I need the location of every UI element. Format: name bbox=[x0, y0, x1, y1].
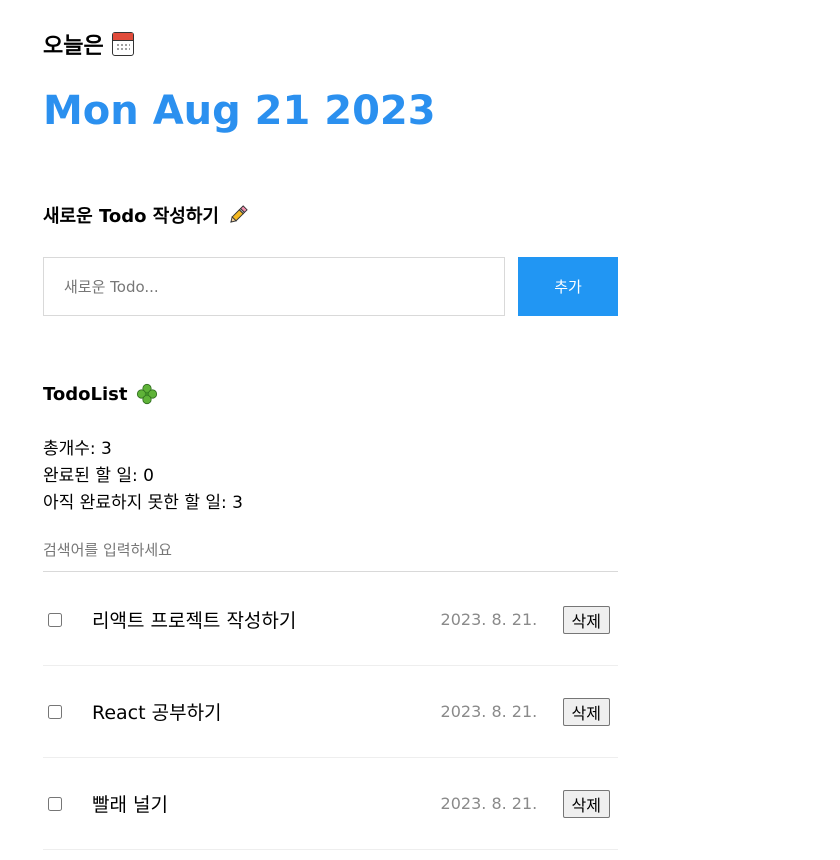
header-title-text: 오늘은 bbox=[43, 34, 104, 59]
today-date: Mon Aug 21 2023 bbox=[43, 88, 436, 134]
done-count: 완료된 할 일: 0 bbox=[43, 466, 154, 486]
todo-content: React 공부하기 bbox=[92, 702, 222, 724]
calendar-icon bbox=[111, 32, 134, 56]
todo-content: 빨래 널기 bbox=[92, 794, 168, 816]
total-count: 총개수: 3 bbox=[43, 439, 112, 459]
todo-item: React 공부하기 2023. 8. 21. 삭제 bbox=[43, 666, 618, 758]
editor-title-text: 새로운 Todo 작성하기 bbox=[43, 206, 219, 227]
todo-stats: 총개수: 3 완료된 할 일: 0 아직 완료하지 못한 할 일: 3 bbox=[43, 436, 243, 517]
todo-checkbox[interactable] bbox=[48, 612, 62, 627]
header-title: 오늘은 bbox=[43, 28, 134, 60]
editor-row: 추가 bbox=[43, 257, 618, 316]
todo-checkbox[interactable] bbox=[48, 704, 62, 719]
not-done-count: 아직 완료하지 못한 할 일: 3 bbox=[43, 493, 243, 513]
todo-list: 리액트 프로젝트 작성하기 2023. 8. 21. 삭제 React 공부하기… bbox=[43, 574, 618, 850]
pencil-icon bbox=[227, 204, 249, 226]
clover-icon bbox=[135, 382, 159, 406]
todo-date: 2023. 8. 21. bbox=[440, 610, 538, 629]
todolist-title: TodoList bbox=[43, 382, 159, 406]
delete-button[interactable]: 삭제 bbox=[562, 789, 610, 818]
delete-button[interactable]: 삭제 bbox=[562, 605, 610, 634]
delete-button[interactable]: 삭제 bbox=[562, 697, 610, 726]
todo-date: 2023. 8. 21. bbox=[440, 702, 538, 721]
todo-item: 빨래 널기 2023. 8. 21. 삭제 bbox=[43, 758, 618, 850]
todo-checkbox[interactable] bbox=[48, 796, 62, 811]
search-input[interactable] bbox=[43, 528, 618, 572]
todo-item: 리액트 프로젝트 작성하기 2023. 8. 21. 삭제 bbox=[43, 574, 618, 666]
todo-content: 리액트 프로젝트 작성하기 bbox=[92, 610, 297, 632]
todolist-title-text: TodoList bbox=[43, 383, 128, 405]
todo-date: 2023. 8. 21. bbox=[440, 794, 538, 813]
add-button[interactable]: 추가 bbox=[518, 257, 618, 316]
todo-app: 오늘은 Mon Aug 21 2023 새로운 Todo 작성하기 추가 T bbox=[0, 0, 840, 860]
editor-title: 새로운 Todo 작성하기 bbox=[43, 202, 249, 228]
new-todo-input[interactable] bbox=[43, 257, 505, 316]
